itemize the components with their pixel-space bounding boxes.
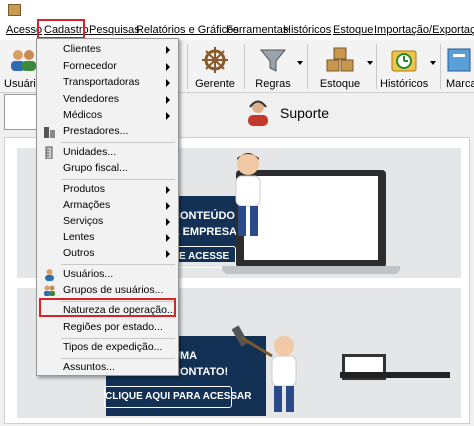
menu-ferramentas[interactable]: Ferramentas bbox=[226, 23, 288, 38]
banner-1-line1: CONTEÚDO bbox=[172, 210, 235, 222]
menu-item-outros[interactable]: Outros bbox=[37, 245, 178, 262]
marcador-button[interactable]: Marcad bbox=[444, 40, 474, 93]
menu-item-grupos-usuarios[interactable]: Grupos de usuários... bbox=[37, 282, 178, 299]
submenu-arrow-icon bbox=[166, 63, 170, 71]
menu-item-label: Armações bbox=[63, 199, 111, 211]
toolbar-separator bbox=[376, 44, 377, 89]
menu-item-label: Tipos de expedição... bbox=[63, 341, 163, 353]
gerente-button[interactable]: Gerente bbox=[192, 40, 238, 93]
submenu-arrow-icon bbox=[166, 234, 170, 242]
submenu-arrow-icon bbox=[166, 46, 170, 54]
menu-item-label: Grupos de usuários... bbox=[63, 284, 164, 296]
menu-item-transportadoras[interactable]: Transportadoras bbox=[37, 74, 178, 91]
menu-importacao[interactable]: Importação/Exportação bbox=[374, 23, 474, 38]
menu-item-label: Clientes bbox=[63, 43, 101, 55]
menu-item-grupo-fiscal[interactable]: Grupo fiscal... bbox=[37, 160, 178, 177]
toolbar-separator bbox=[307, 44, 308, 89]
menu-item-label: Produtos bbox=[63, 183, 106, 195]
submenu-arrow-icon bbox=[166, 218, 170, 226]
menu-separator bbox=[61, 264, 175, 265]
menu-separator bbox=[61, 179, 175, 180]
submenu-arrow-icon bbox=[166, 250, 170, 258]
bookmark-icon bbox=[447, 48, 471, 72]
users-icon bbox=[11, 50, 36, 71]
banner-2-cta[interactable]: CLIQUE AQUI PARA ACESSAR bbox=[104, 386, 252, 408]
estoque-dropdown-arrow[interactable] bbox=[367, 61, 373, 65]
tab-suporte[interactable]: Suporte bbox=[234, 98, 334, 130]
menu-item-medicos[interactable]: Médicos bbox=[37, 107, 178, 124]
support-agent-icon bbox=[248, 100, 268, 126]
menu-item-servicos[interactable]: Serviços bbox=[37, 213, 178, 230]
toolbar-separator bbox=[244, 44, 245, 89]
ruler-icon bbox=[45, 146, 53, 159]
history-clock-icon bbox=[391, 50, 417, 72]
cadastro-dropdown-menu: Clientes Fornecedor Transportadoras Vend… bbox=[36, 38, 179, 376]
tab-suporte-label: Suporte bbox=[280, 105, 330, 121]
menu-relatorios[interactable]: Relatórios e Gráficos bbox=[136, 23, 239, 38]
submenu-arrow-icon bbox=[166, 112, 170, 120]
menu-item-lentes[interactable]: Lentes bbox=[37, 229, 178, 246]
menu-item-label: Outros bbox=[63, 247, 95, 259]
menu-separator bbox=[61, 142, 175, 143]
boxes-icon bbox=[326, 47, 354, 72]
menu-item-prestadores[interactable]: Prestadores... bbox=[37, 123, 178, 140]
estoque-label: Estoque bbox=[319, 78, 361, 90]
historicos-dropdown-arrow[interactable] bbox=[430, 61, 436, 65]
menu-item-fornecedor[interactable]: Fornecedor bbox=[37, 58, 178, 75]
menu-item-label: Regiões por estado... bbox=[63, 321, 163, 333]
menu-item-label: Prestadores... bbox=[63, 125, 129, 137]
menu-item-assuntos[interactable]: Assuntos... bbox=[37, 359, 178, 376]
menu-item-label: Lentes bbox=[63, 231, 95, 243]
building-icon bbox=[44, 127, 55, 138]
funnel-icon bbox=[259, 49, 287, 72]
menu-item-label: Serviços bbox=[63, 215, 104, 227]
menu-pesquisas[interactable]: Pesquisas bbox=[89, 23, 140, 38]
person-illustration bbox=[235, 153, 261, 236]
toolbar-separator bbox=[187, 44, 188, 89]
regras-label: Regras bbox=[255, 78, 291, 90]
menu-item-label: Médicos bbox=[63, 109, 103, 121]
menu-item-regioes-estado[interactable]: Regiões por estado... bbox=[37, 319, 178, 336]
menu-estoque[interactable]: Estoque bbox=[333, 23, 373, 38]
submenu-arrow-icon bbox=[166, 186, 170, 194]
submenu-arrow-icon bbox=[166, 96, 170, 104]
menu-item-label: Assuntos... bbox=[63, 361, 115, 373]
regras-dropdown-arrow[interactable] bbox=[297, 61, 303, 65]
toolbar-separator bbox=[440, 44, 441, 89]
menu-item-armacoes[interactable]: Armações bbox=[37, 197, 178, 214]
person-hammer-illustration bbox=[232, 325, 297, 412]
user-icon bbox=[45, 269, 54, 281]
historicos-button[interactable]: Históricos bbox=[380, 40, 428, 93]
title-bar bbox=[0, 0, 474, 20]
menu-item-vendedores[interactable]: Vendedores bbox=[37, 91, 178, 108]
submenu-arrow-icon bbox=[166, 79, 170, 87]
marcador-label: Marcad bbox=[446, 78, 474, 90]
menu-item-usuarios[interactable]: Usuários... bbox=[37, 266, 178, 283]
menu-item-unidades[interactable]: Unidades... bbox=[37, 144, 178, 161]
historicos-label: Históricos bbox=[380, 78, 429, 90]
submenu-arrow-icon bbox=[166, 202, 170, 210]
natureza-highlight-box bbox=[39, 298, 176, 317]
menu-item-label: Transportadoras bbox=[63, 76, 140, 88]
menu-historicos[interactable]: Históricos bbox=[283, 23, 331, 38]
app-icon bbox=[8, 4, 21, 16]
gerente-label: Gerente bbox=[195, 78, 235, 90]
estoque-button[interactable]: Estoque bbox=[314, 40, 366, 93]
menu-item-label: Fornecedor bbox=[63, 60, 117, 72]
menu-item-tipos-expedicao[interactable]: Tipos de expedição... bbox=[37, 339, 178, 356]
menu-item-label: Vendedores bbox=[63, 93, 120, 105]
menu-item-label: Grupo fiscal... bbox=[63, 162, 128, 174]
menu-item-label: Usuários... bbox=[63, 268, 114, 280]
banner-1-cta[interactable]: E ACESSE bbox=[172, 246, 236, 268]
regras-button[interactable]: Regras bbox=[250, 40, 296, 93]
menu-item-produtos[interactable]: Produtos bbox=[37, 181, 178, 198]
ship-wheel-icon bbox=[202, 47, 228, 73]
menu-item-clientes[interactable]: Clientes bbox=[37, 41, 178, 58]
user-group-icon bbox=[44, 285, 55, 296]
banner-2-line2: CONTATO! bbox=[172, 366, 229, 378]
cadastro-highlight-box bbox=[37, 19, 85, 39]
menu-item-label: Unidades... bbox=[63, 146, 117, 158]
desk-illustration bbox=[340, 372, 450, 378]
laptop-base-illustration bbox=[222, 266, 400, 274]
